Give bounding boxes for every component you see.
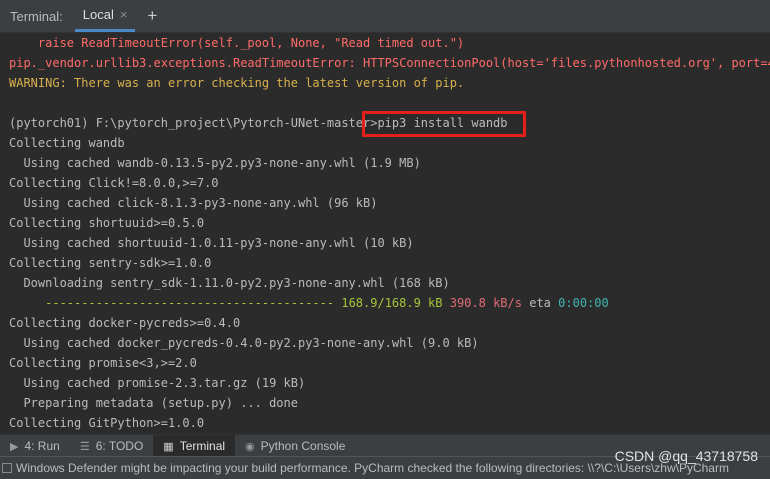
- terminal-line: Collecting GitPython>=1.0.0: [9, 416, 205, 430]
- tool-todo-label: 6: TODO: [95, 439, 144, 453]
- status-icon: [2, 463, 12, 473]
- terminal-line: Preparing metadata (setup.py) ... done: [9, 396, 298, 410]
- tool-terminal-label: Terminal: [179, 439, 226, 453]
- tool-python-console[interactable]: ◉ Python Console: [235, 435, 355, 457]
- progress-eta-label: eta: [529, 296, 551, 310]
- watermark: CSDN @qq_43718758: [614, 448, 758, 464]
- terminal-line: raise ReadTimeoutError(self._pool, None,…: [9, 36, 465, 50]
- terminal-line: Collecting Click!=8.0.0,>=7.0: [9, 176, 219, 190]
- download-progress-line: ----------------------------------------…: [9, 293, 609, 313]
- close-icon[interactable]: ×: [120, 7, 128, 22]
- terminal-line: Downloading sentry_sdk-1.11.0-py2.py3-no…: [9, 276, 450, 290]
- terminal-line: Using cached docker_pycreds-0.4.0-py2.py…: [9, 336, 479, 350]
- terminal-tab-bar: Terminal: Local × +: [0, 0, 770, 33]
- tool-run[interactable]: ▶ 4: Run: [0, 435, 70, 457]
- tab-local-label: Local: [82, 7, 114, 22]
- tool-run-label: 4: Run: [24, 439, 60, 453]
- run-icon: ▶: [10, 440, 19, 453]
- tool-todo[interactable]: ☰ 6: TODO: [70, 435, 153, 457]
- terminal-line: Using cached click-8.1.3-py3-none-any.wh…: [9, 196, 378, 210]
- tool-terminal[interactable]: ▦ Terminal: [153, 435, 236, 457]
- terminal-line: Collecting sentry-sdk>=1.0.0: [9, 256, 212, 270]
- progress-eta: 0:00:00: [558, 296, 609, 310]
- terminal-line: pip._vendor.urllib3.exceptions.ReadTimeo…: [9, 56, 770, 70]
- terminal-line: Using cached promise-2.3.tar.gz (19 kB): [9, 376, 306, 390]
- python-icon: ◉: [245, 440, 255, 453]
- progress-bar: ----------------------------------------: [9, 296, 335, 310]
- terminal-title: Terminal:: [10, 8, 63, 24]
- terminal-line: Using cached wandb-0.13.5-py2.py3-none-a…: [9, 156, 421, 170]
- command-highlight-box: [362, 111, 526, 137]
- tab-local[interactable]: Local ×: [74, 0, 136, 32]
- terminal-line: Using cached shortuuid-1.0.11-py3-none-a…: [9, 236, 414, 250]
- terminal-line: Collecting shortuuid>=0.5.0: [9, 216, 205, 230]
- tool-python-console-label: Python Console: [260, 439, 346, 453]
- progress-size: 168.9/168.9 kB: [341, 296, 443, 310]
- list-icon: ☰: [79, 440, 90, 453]
- progress-speed: 390.8 kB/s: [449, 296, 522, 310]
- terminal-line: WARNING: There was an error checking the…: [9, 76, 465, 90]
- terminal-line: Collecting promise<3,>=2.0: [9, 356, 197, 370]
- terminal-icon: ▦: [163, 440, 174, 453]
- terminal-output[interactable]: raise ReadTimeoutError(self._pool, None,…: [0, 33, 770, 430]
- new-tab-icon[interactable]: +: [147, 6, 157, 26]
- terminal-line: Collecting docker-pycreds>=0.4.0: [9, 316, 241, 330]
- terminal-line: Collecting wandb: [9, 136, 125, 150]
